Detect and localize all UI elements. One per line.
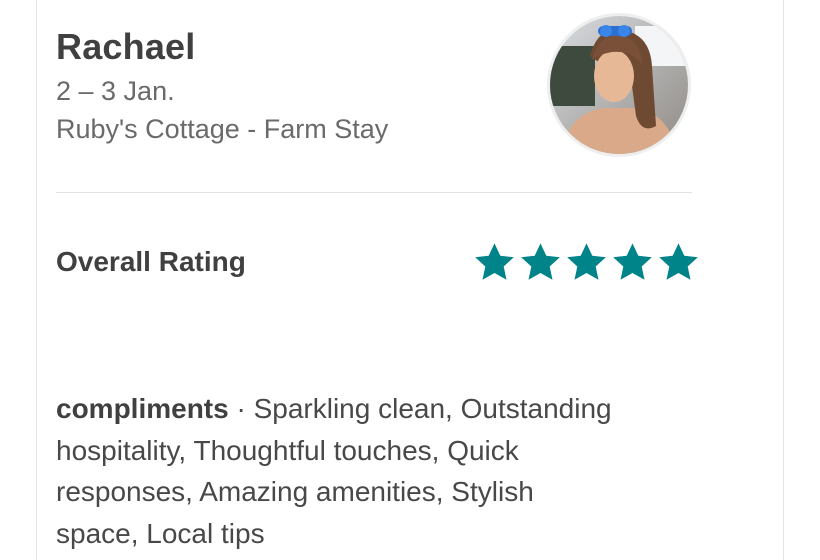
star-icon xyxy=(659,243,698,280)
star-icon xyxy=(613,243,652,280)
guest-name: Rachael xyxy=(56,26,196,67)
compliments-heading: compliments xyxy=(56,393,229,424)
guest-avatar[interactable] xyxy=(550,16,688,154)
overall-rating-label: Overall Rating xyxy=(56,246,246,277)
rating-stars xyxy=(472,240,701,285)
stay-dates: 2 – 3 Jan. xyxy=(56,76,175,106)
compliments-separator: · xyxy=(228,393,254,424)
star-icon xyxy=(521,243,560,280)
guest-avatar-photo-icon xyxy=(550,16,688,154)
review-page: Rachael 2 – 3 Jan. Ruby's Cottage - Farm… xyxy=(0,0,820,560)
listing-name[interactable]: Ruby's Cottage - Farm Stay xyxy=(56,114,388,145)
section-divider xyxy=(56,192,692,193)
star-icon xyxy=(567,243,606,280)
compliments-text: compliments · Sparkling clean, Outstandi… xyxy=(56,388,616,554)
star-icon xyxy=(475,243,514,280)
